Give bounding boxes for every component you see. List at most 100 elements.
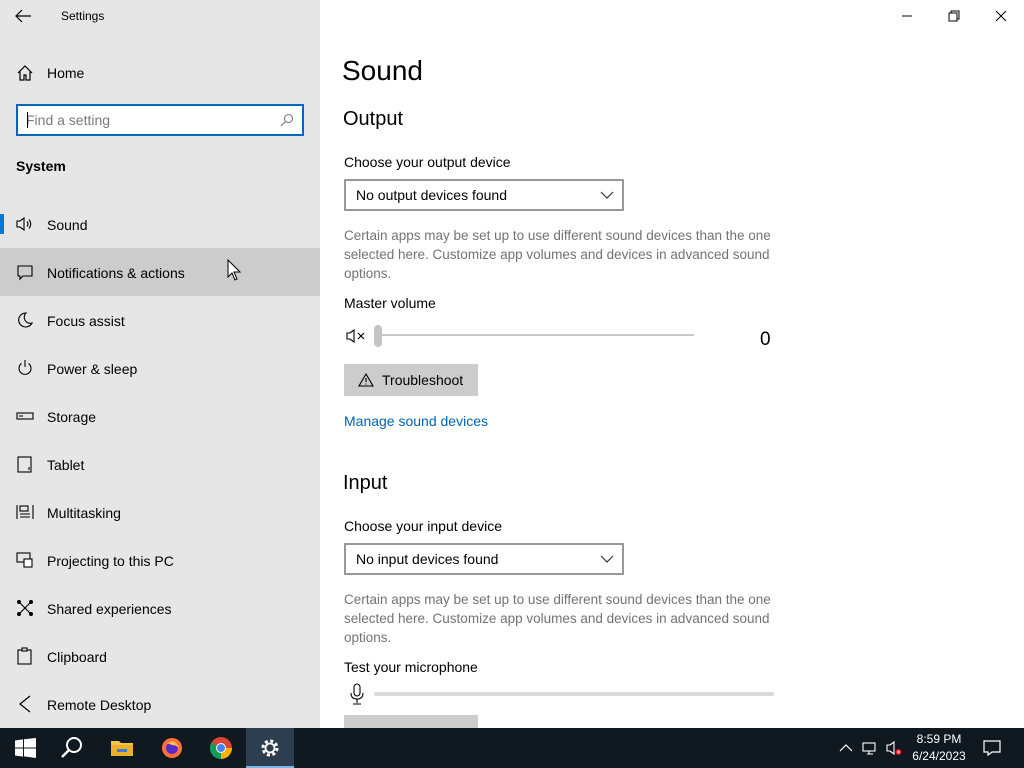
- sidebar-item-notifications[interactable]: Notifications & actions: [0, 248, 320, 296]
- output-device-dropdown[interactable]: No output devices found: [344, 179, 624, 211]
- sidebar-item-label: Multitasking: [47, 505, 121, 521]
- sidebar-item-label: Notifications & actions: [47, 265, 185, 281]
- sidebar-item-power-sleep[interactable]: Power & sleep: [0, 344, 320, 392]
- sidebar-item-storage[interactable]: Storage: [0, 392, 320, 440]
- sidebar-item-label: Clipboard: [47, 649, 107, 665]
- multitasking-icon: [16, 505, 34, 519]
- action-center-icon[interactable]: [982, 738, 1002, 758]
- volume-mute-icon[interactable]: [346, 327, 368, 345]
- microphone-icon: [350, 683, 364, 705]
- taskbar-file-explorer[interactable]: [98, 728, 146, 768]
- back-button[interactable]: [14, 7, 34, 25]
- warning-icon: [358, 373, 374, 387]
- sidebar-nav: Sound Notifications & actions Focus assi…: [0, 200, 320, 728]
- search-icon[interactable]: [280, 113, 294, 127]
- restore-button[interactable]: [931, 0, 977, 32]
- taskbar-search[interactable]: [48, 728, 96, 768]
- sidebar-item-label: Tablet: [47, 457, 85, 473]
- taskbar-firefox[interactable]: [148, 728, 196, 768]
- network-icon[interactable]: [862, 740, 878, 756]
- master-volume-label: Master volume: [344, 295, 436, 311]
- chrome-icon: [210, 737, 232, 759]
- sidebar-item-label: Power & sleep: [47, 361, 138, 377]
- moon-icon: [18, 312, 34, 328]
- close-button[interactable]: [978, 0, 1024, 32]
- manage-sound-devices-link[interactable]: Manage sound devices: [344, 413, 488, 429]
- input-device-value: No input devices found: [356, 551, 499, 567]
- back-arrow-icon: [15, 9, 31, 23]
- title-bar: Settings: [0, 0, 320, 32]
- close-icon: [995, 10, 1007, 22]
- power-icon: [18, 360, 32, 375]
- taskbar-clock[interactable]: 8:59 PM 6/24/2023: [910, 731, 968, 765]
- sidebar-item-multitasking[interactable]: Multitasking: [0, 488, 320, 536]
- clipboard-icon: [17, 647, 32, 665]
- master-volume-thumb[interactable]: [374, 325, 382, 347]
- projecting-icon: [16, 552, 33, 568]
- sidebar-item-tablet[interactable]: Tablet: [0, 440, 320, 488]
- sidebar-item-label: Storage: [47, 409, 97, 425]
- section-heading: System: [16, 158, 66, 174]
- sidebar-item-projecting[interactable]: Projecting to this PC: [0, 536, 320, 584]
- input-device-label: Choose your input device: [344, 518, 502, 534]
- mouse-cursor-icon: [227, 259, 241, 281]
- main-content: Sound Output Choose your output device N…: [320, 0, 1024, 728]
- search-icon: [61, 737, 82, 758]
- sidebar-item-label: Projecting to this PC: [47, 553, 174, 569]
- window-controls: [884, 0, 1024, 32]
- troubleshoot-button[interactable]: Troubleshoot: [344, 364, 478, 396]
- taskbar-settings[interactable]: [246, 728, 294, 768]
- chevron-down-icon: [600, 555, 614, 563]
- input-device-dropdown[interactable]: No input devices found: [344, 543, 624, 575]
- app-title: Settings: [61, 9, 105, 23]
- output-device-value: No output devices found: [356, 187, 507, 203]
- sidebar-item-label: Sound: [47, 217, 88, 233]
- minimize-icon: [902, 15, 912, 17]
- sidebar-item-focus-assist[interactable]: Focus assist: [0, 296, 320, 344]
- file-explorer-icon: [111, 741, 133, 756]
- master-volume-slider[interactable]: [376, 334, 694, 336]
- selection-indicator: [0, 214, 4, 234]
- chevron-down-icon: [600, 191, 614, 199]
- volume-value: 0: [760, 329, 771, 350]
- sidebar-item-clipboard[interactable]: Clipboard: [0, 632, 320, 680]
- search-box[interactable]: [16, 104, 304, 136]
- start-button[interactable]: [0, 728, 48, 768]
- restore-icon: [948, 10, 960, 22]
- taskbar-chrome[interactable]: [197, 728, 245, 768]
- start-icon: [15, 738, 36, 758]
- sidebar-item-label: Shared experiences: [47, 601, 172, 617]
- sidebar: Settings Home System Sound Notifications…: [0, 0, 320, 728]
- text-caret: [27, 112, 28, 128]
- tablet-icon: [17, 456, 32, 473]
- notifications-icon: [17, 265, 33, 281]
- test-microphone-label: Test your microphone: [344, 659, 478, 675]
- shared-experiences-icon: [17, 600, 33, 616]
- output-heading: Output: [343, 108, 404, 130]
- home-icon: [17, 65, 33, 81]
- page-title: Sound: [342, 55, 423, 86]
- start-test-button[interactable]: [344, 715, 478, 728]
- clock-date: 6/24/2023: [912, 749, 966, 763]
- remote-desktop-icon: [19, 695, 31, 713]
- sidebar-item-home[interactable]: Home: [0, 56, 320, 90]
- sidebar-item-label: Focus assist: [47, 313, 125, 329]
- sidebar-item-sound[interactable]: Sound: [0, 200, 320, 248]
- chevron-up-icon[interactable]: [838, 740, 854, 756]
- output-description: Certain apps may be set up to use differ…: [344, 228, 771, 281]
- input-description: Certain apps may be set up to use differ…: [344, 592, 771, 645]
- volume-error-icon[interactable]: [886, 740, 902, 756]
- sidebar-item-remote-desktop[interactable]: Remote Desktop: [0, 680, 320, 728]
- speaker-icon: [16, 216, 32, 232]
- clock-time: 8:59 PM: [916, 732, 962, 746]
- search-input[interactable]: [26, 110, 266, 130]
- troubleshoot-label: Troubleshoot: [382, 372, 464, 388]
- minimize-button[interactable]: [884, 0, 930, 32]
- storage-icon: [16, 412, 34, 420]
- sidebar-item-label: Remote Desktop: [47, 697, 152, 713]
- firefox-icon: [162, 738, 182, 758]
- microphone-level-bar: [374, 692, 774, 696]
- output-device-label: Choose your output device: [344, 154, 511, 170]
- sidebar-item-shared-experiences[interactable]: Shared experiences: [0, 584, 320, 632]
- settings-icon: [261, 739, 279, 757]
